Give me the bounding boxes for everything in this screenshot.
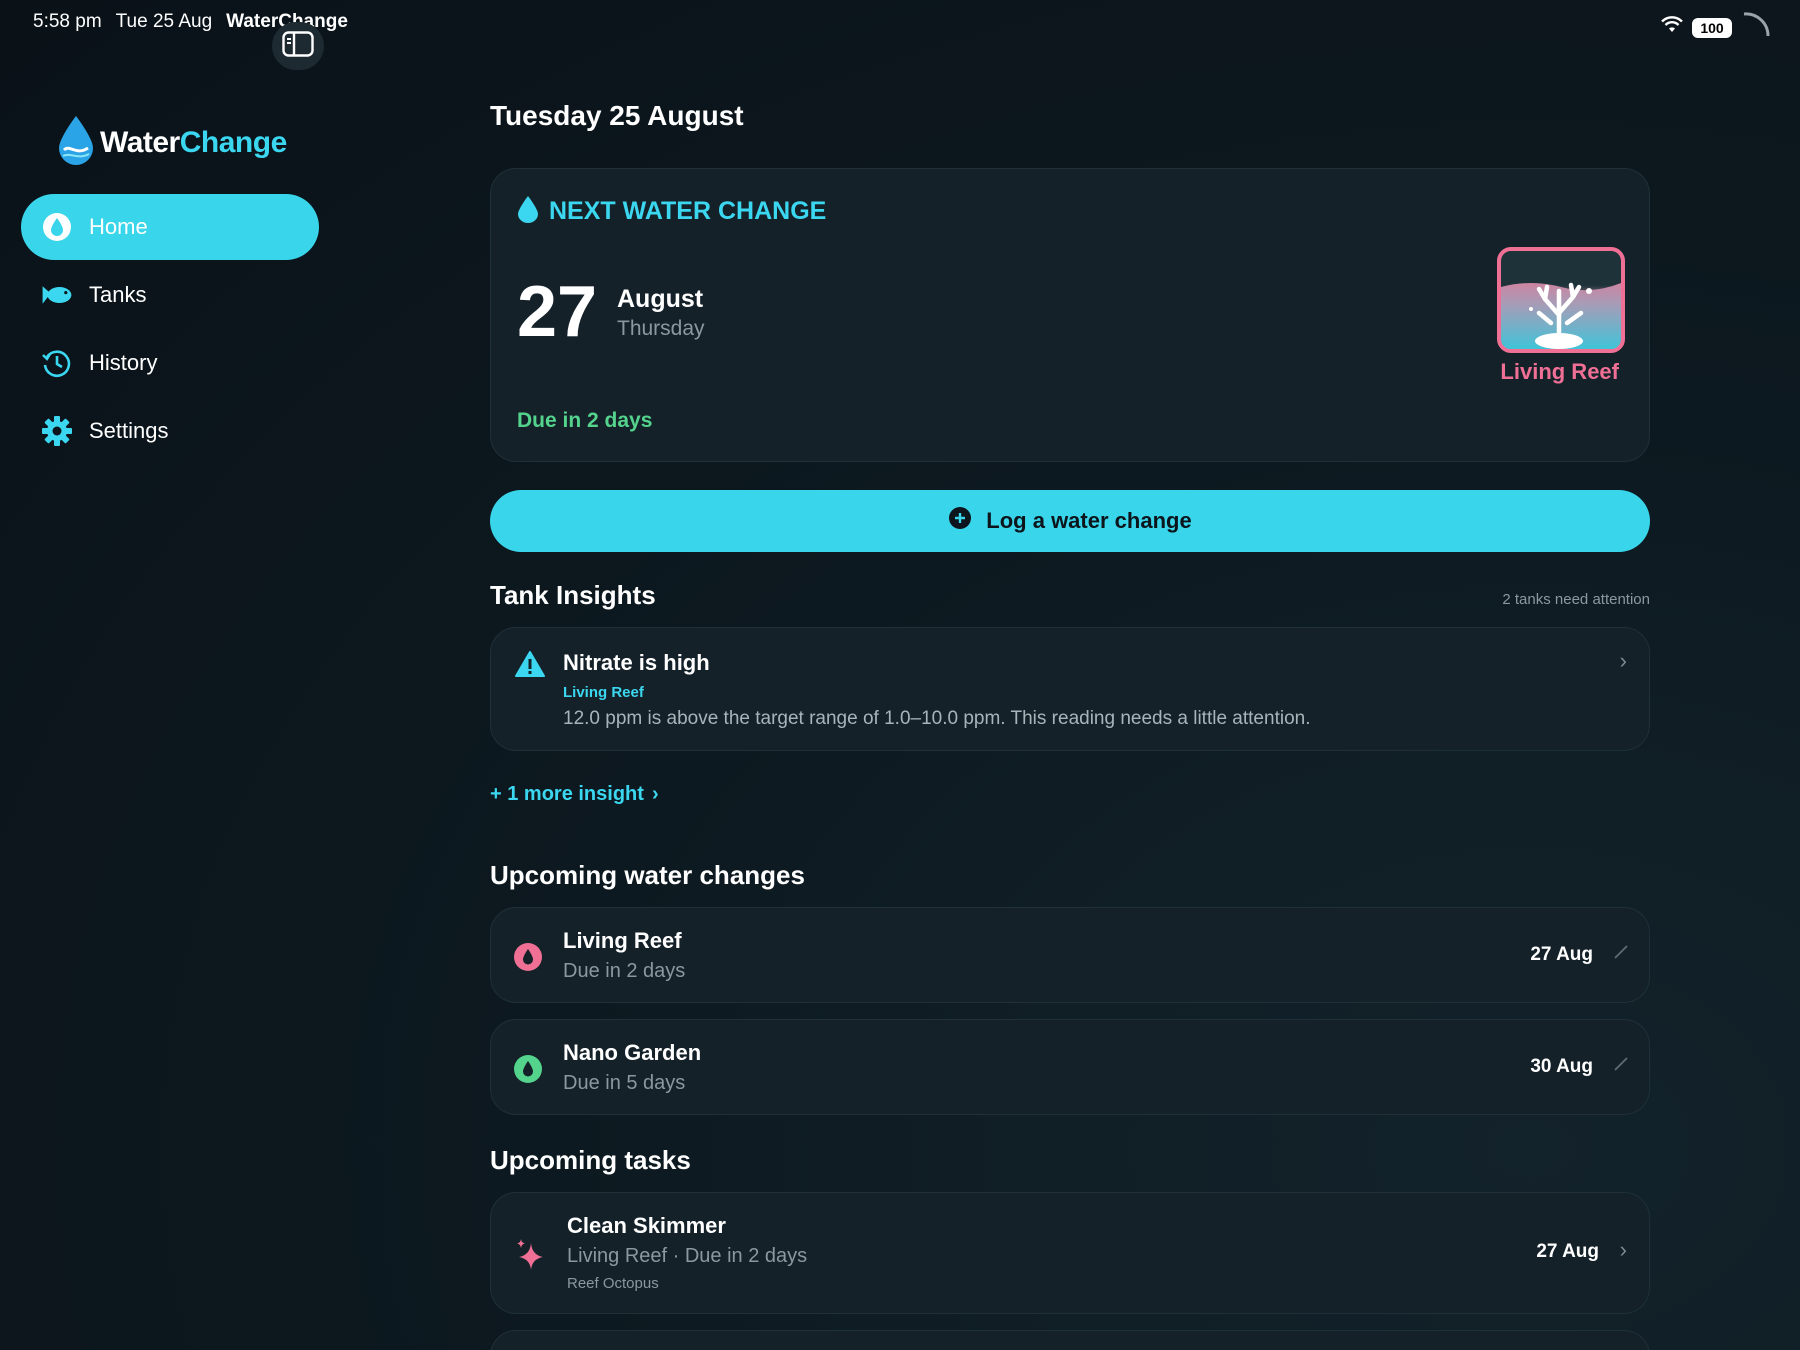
sidebar-icon [282, 30, 314, 62]
task-subtitle: Living Reef · Due in 2 days [567, 1245, 808, 1267]
next-water-change-card[interactable]: NEXT WATER CHANGE 27 August Thursday Due… [490, 168, 1650, 462]
tank-color-drop-icon [513, 942, 543, 972]
chevron-right-icon: › [1619, 1237, 1627, 1262]
sidebar-nav: Home Tanks History Settings [21, 194, 319, 466]
upcoming-change-due: Due in 5 days [563, 1072, 686, 1094]
logo-drop-icon [56, 114, 96, 171]
upcoming-change-row[interactable]: Living Reef Due in 2 days 27 Aug [490, 907, 1650, 1003]
water-drop-icon [517, 195, 539, 228]
chevron-right-icon: › [651, 783, 659, 805]
more-insights-label: + 1 more insight [490, 783, 644, 805]
app-screen: 5:58 pm Tue 25 Aug WaterChange 100 Water… [0, 0, 1800, 1350]
status-date: Tue 25 Aug [115, 11, 213, 32]
tank-insights-header: Tank Insights 2 tanks need attention [490, 580, 1650, 611]
next-change-month: August [617, 285, 704, 313]
task-date: 27 Aug [1536, 1241, 1599, 1262]
upcoming-change-date: 27 Aug [1530, 944, 1593, 965]
app-logo: WaterChange [56, 114, 287, 171]
upcoming-change-row[interactable]: Nano Garden Due in 5 days 30 Aug [490, 1019, 1650, 1115]
insight-tank: Living Reef [563, 684, 644, 701]
upcoming-task-row-partial[interactable] [490, 1330, 1650, 1350]
water-drop-icon [41, 211, 73, 243]
add-circle-icon [948, 506, 972, 536]
insight-card[interactable]: Nitrate is high Living Reef 12.0 ppm is … [490, 627, 1650, 751]
upcoming-change-name: Nano Garden [563, 1040, 702, 1065]
tank-thumbnail [1497, 247, 1625, 353]
sidebar-item-label: Home [89, 214, 148, 239]
sidebar-toggle-button[interactable] [272, 22, 324, 70]
insight-text: 12.0 ppm is above the target range of 1.… [563, 708, 1311, 729]
sidebar-item-label: Tanks [89, 282, 147, 307]
next-change-tank-name: Living Reef [1500, 359, 1619, 384]
upcoming-changes-title: Upcoming water changes [490, 860, 805, 890]
warning-icon [515, 650, 545, 683]
task-equipment: Reef Octopus [567, 1275, 659, 1292]
next-change-header: NEXT WATER CHANGE [517, 195, 826, 228]
task-name: Clean Skimmer [567, 1213, 726, 1238]
status-time: 5:58 pm [33, 11, 102, 32]
more-insights-link[interactable]: + 1 more insight › [490, 783, 1650, 806]
fish-icon [41, 279, 73, 311]
next-change-weekday: Thursday [617, 317, 705, 340]
upcoming-tasks-title: Upcoming tasks [490, 1145, 691, 1175]
sidebar: WaterChange Home Tanks History Settings [0, 100, 340, 1350]
sidebar-item-label: History [89, 350, 158, 375]
chevron-right-icon: › [1619, 648, 1627, 673]
tank-insights-title: Tank Insights [490, 580, 656, 610]
log-button-label: Log a water change [986, 508, 1192, 533]
upcoming-change-due: Due in 2 days [563, 960, 686, 982]
gear-icon [41, 415, 73, 447]
logo-text: WaterChange [100, 125, 287, 159]
upcoming-task-row[interactable]: Clean Skimmer Living Reef · Due in 2 day… [490, 1192, 1650, 1314]
next-change-day: 27 [517, 272, 598, 352]
sidebar-item-tanks[interactable]: Tanks [21, 262, 319, 328]
insight-title: Nitrate is high [563, 650, 710, 675]
tank-insights-meta: 2 tanks need attention [1502, 591, 1650, 608]
next-change-title: NEXT WATER CHANGE [549, 197, 827, 225]
edit-pencil-icon[interactable] [1613, 944, 1629, 965]
log-water-change-button[interactable]: Log a water change [490, 490, 1650, 552]
sidebar-item-label: Settings [89, 418, 169, 443]
sparkle-icon [515, 1237, 547, 1276]
sidebar-item-settings[interactable]: Settings [21, 398, 319, 464]
page-title: Tuesday 25 August [490, 100, 744, 131]
edit-pencil-icon[interactable] [1613, 1056, 1629, 1077]
main-content: Tuesday 25 August NEXT WATER CHANGE 27 A… [490, 100, 1650, 1350]
sidebar-item-home[interactable]: Home [21, 194, 319, 260]
activity-arc-icon [1740, 10, 1770, 46]
next-change-due: Due in 2 days [517, 409, 653, 432]
sidebar-item-history[interactable]: History [21, 330, 319, 396]
history-clock-icon [41, 347, 73, 379]
battery-indicator: 100 [1692, 18, 1732, 38]
upcoming-change-date: 30 Aug [1530, 1056, 1593, 1077]
status-right: 100 [1660, 10, 1770, 46]
tank-color-drop-icon [513, 1054, 543, 1084]
wifi-icon [1660, 16, 1684, 40]
upcoming-change-name: Living Reef [563, 928, 682, 953]
